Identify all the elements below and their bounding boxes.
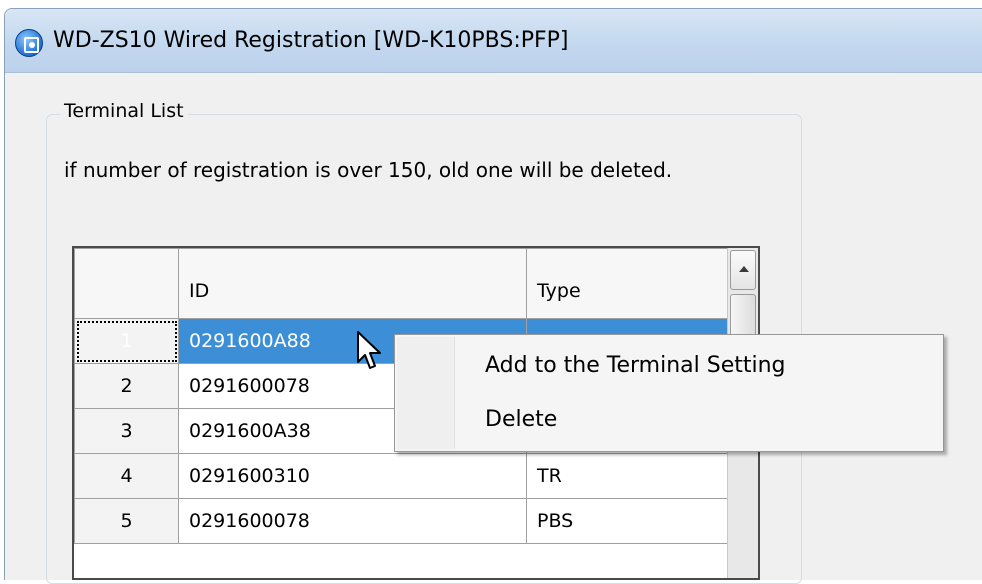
terminal-list-label: Terminal List <box>60 100 188 122</box>
header-row: ID Type <box>74 248 729 319</box>
row-number[interactable]: 5 <box>74 498 179 544</box>
app-icon[interactable] <box>15 29 43 57</box>
terminal-id-cell[interactable]: 0291600078 <box>178 498 527 544</box>
window-title: WD-ZS10 Wired Registration [WD-K10PBS:PF… <box>53 28 569 53</box>
corner-header <box>74 248 179 319</box>
row-number[interactable]: 2 <box>74 363 179 409</box>
row-number[interactable]: 3 <box>74 408 179 454</box>
menu-item-delete[interactable]: Delete <box>485 407 557 432</box>
table-row[interactable]: 4 0291600310 TR <box>74 453 729 499</box>
table-row[interactable]: 5 0291600078 PBS <box>74 498 729 544</box>
title-bar[interactable]: WD-ZS10 Wired Registration [WD-K10PBS:PF… <box>5 9 982 73</box>
terminal-type-cell[interactable]: TR <box>526 453 729 499</box>
menu-item-add-to-terminal-setting[interactable]: Add to the Terminal Setting <box>485 353 786 378</box>
row-number[interactable]: 1 <box>74 318 179 364</box>
scroll-up-arrow-icon[interactable] <box>730 250 756 290</box>
terminal-type-cell[interactable]: PBS <box>526 498 729 544</box>
terminal-id-cell[interactable]: 0291600310 <box>178 453 527 499</box>
column-header-type[interactable]: Type <box>526 248 729 319</box>
context-menu: Add to the Terminal Setting Delete <box>394 334 944 452</box>
row-number[interactable]: 4 <box>74 453 179 499</box>
column-header-id[interactable]: ID <box>178 248 527 319</box>
registration-limit-notice: if number of registration is over 150, o… <box>64 158 673 182</box>
mouse-pointer-icon <box>357 331 381 369</box>
menu-icon-gutter <box>397 337 455 449</box>
